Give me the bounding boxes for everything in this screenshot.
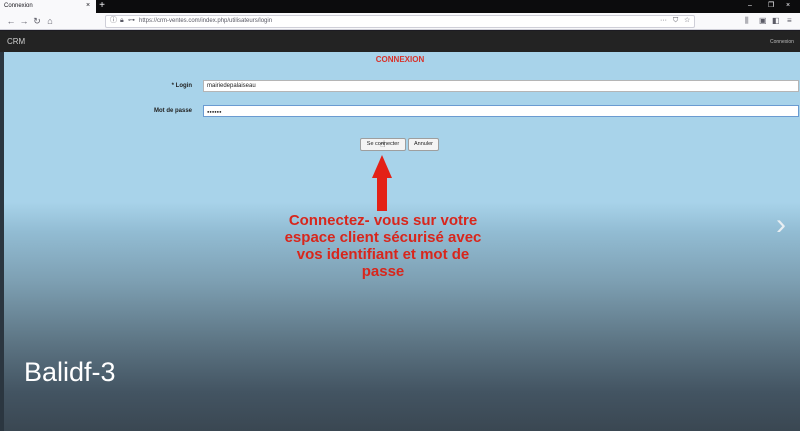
restore-icon[interactable]: ❐ — [768, 1, 774, 11]
extension-icon[interactable]: ◧ — [772, 16, 780, 26]
reload-icon[interactable]: ↻ — [31, 15, 43, 27]
arrow-shaft — [377, 177, 387, 211]
page-info-icon[interactable]: ⓘ — [110, 16, 117, 26]
window-close-icon[interactable]: × — [786, 1, 790, 11]
home-icon[interactable]: ⌂ — [44, 15, 56, 27]
library-icon[interactable]: ⫼ — [745, 16, 749, 26]
form-title: CONNEXION — [375, 55, 425, 64]
permissions-icon[interactable]: ⊶ — [128, 16, 135, 26]
new-tab-icon[interactable]: + — [97, 0, 107, 13]
password-input[interactable]: ●●●●●● — [203, 105, 799, 117]
site-brand[interactable]: CRM — [7, 37, 25, 46]
mouse-pointer-icon: ☝︎ — [380, 139, 386, 149]
site-navbar — [0, 31, 800, 52]
arrow-up-icon — [372, 155, 392, 178]
page-actions-icon[interactable]: ··· — [660, 16, 667, 26]
login-label: * Login — [171, 83, 192, 89]
watermark-label: Balidf-3 — [24, 357, 116, 387]
left-edge-strip — [0, 52, 4, 431]
url-text[interactable]: https://crm-ventes.com/index.php/utilisa… — [139, 17, 272, 26]
login-input[interactable]: mairiedepalaiseau — [203, 80, 799, 92]
pocket-icon[interactable]: ⛉ — [673, 16, 678, 26]
menu-icon[interactable]: ≡ — [787, 16, 792, 26]
tab-close-icon[interactable]: × — [86, 2, 90, 10]
nav-connexion-link[interactable]: Connexion — [770, 39, 794, 45]
next-slide-chevron-icon[interactable]: › — [776, 210, 786, 240]
cancel-button[interactable]: Annuler — [408, 138, 439, 151]
sidebar-icon[interactable]: ▣ — [759, 16, 767, 26]
browser-tab[interactable]: Connexion — [0, 0, 96, 13]
bookmark-star-icon[interactable]: ☆ — [684, 16, 690, 26]
password-label: Mot de passe — [153, 108, 192, 114]
callout-text: Connectez- vous sur votre espace client … — [284, 212, 482, 280]
back-icon[interactable]: ← — [5, 15, 17, 27]
screen: Connexion × + – ❐ × ← → ↻ ⌂ ⓘ 🔒︎ ⊶ https… — [0, 0, 800, 431]
browser-tab-strip — [0, 0, 800, 13]
lock-icon[interactable]: 🔒︎ — [120, 16, 124, 26]
forward-icon[interactable]: → — [18, 15, 30, 27]
minimize-icon[interactable]: – — [748, 1, 752, 11]
